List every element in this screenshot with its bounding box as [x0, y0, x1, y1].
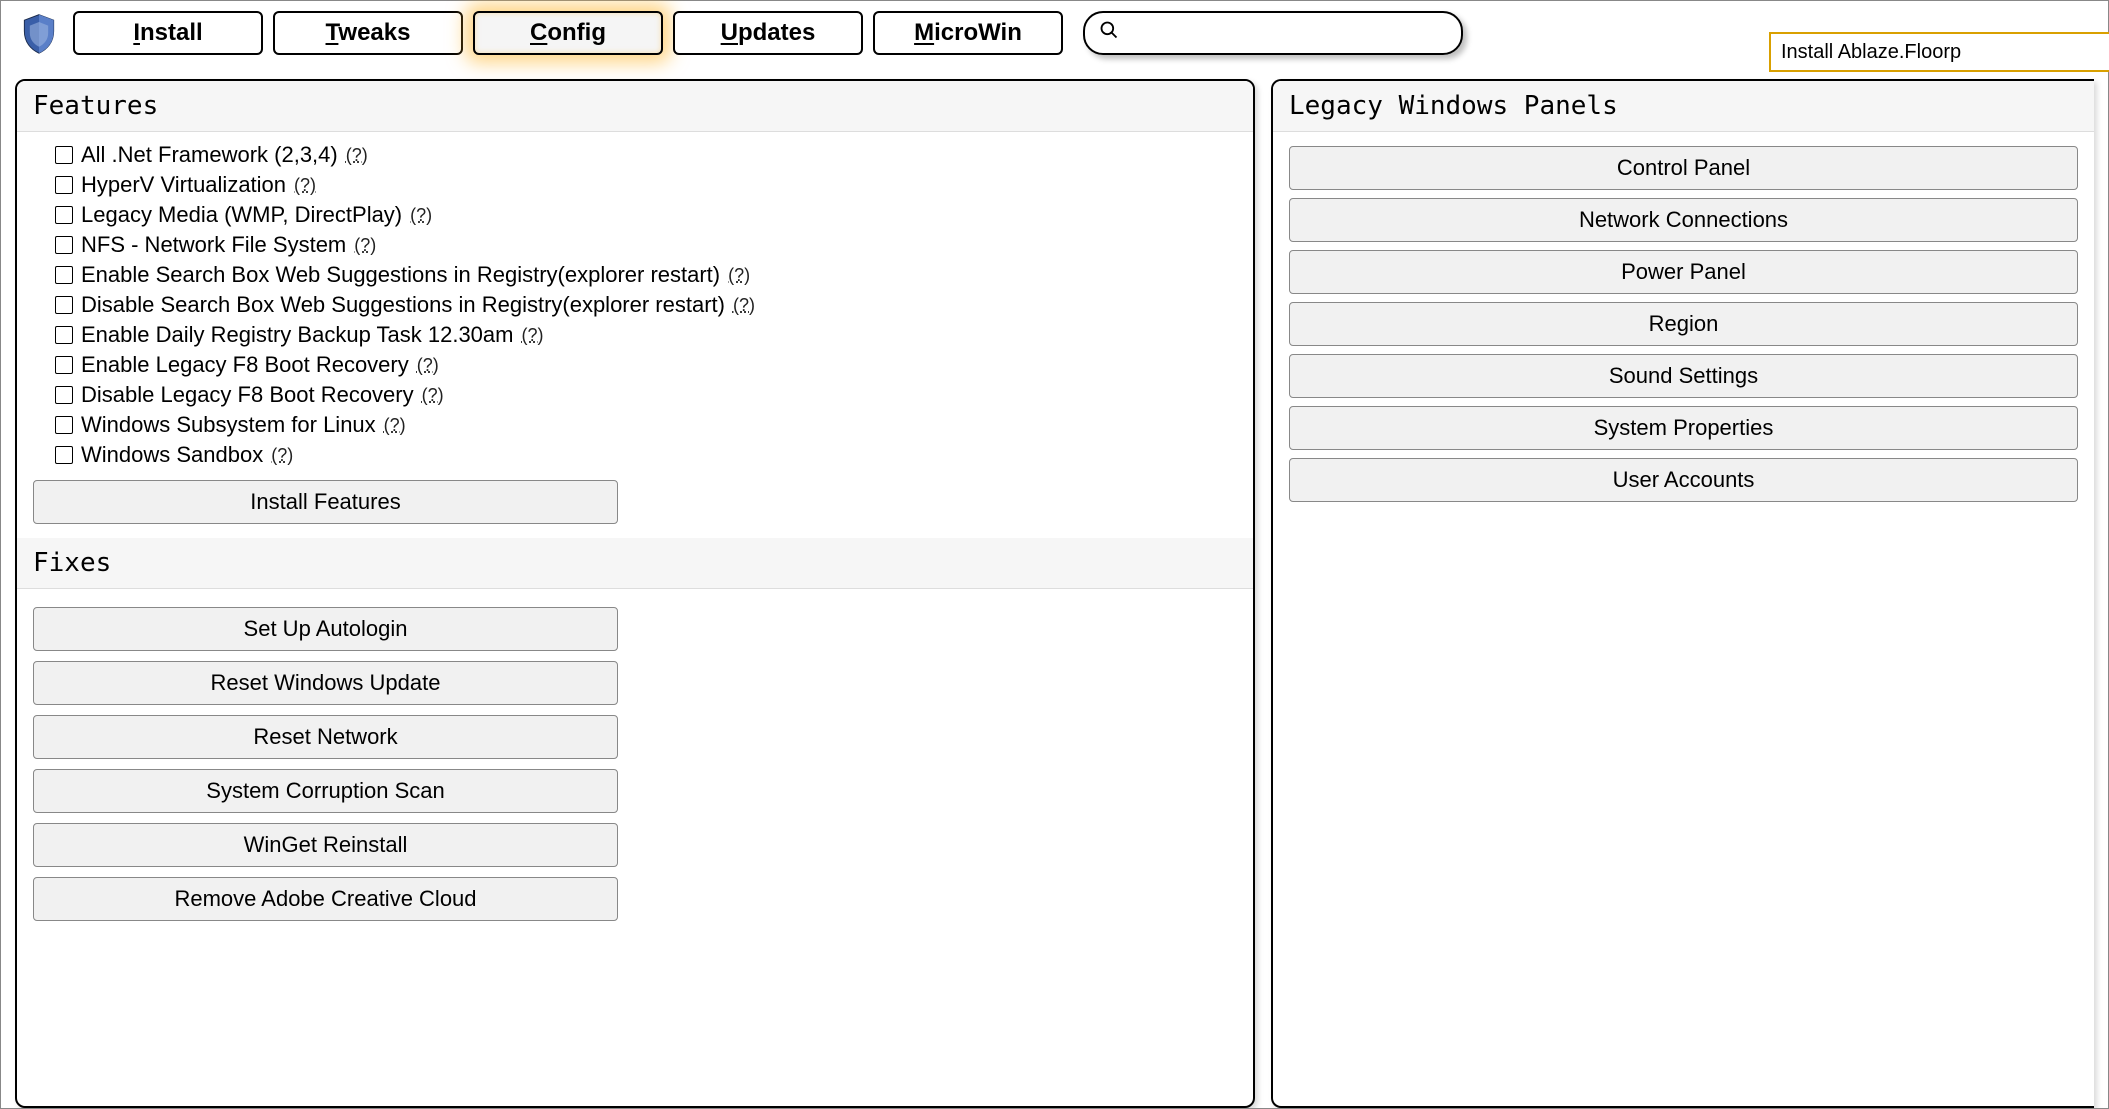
feature-checkbox[interactable]	[55, 296, 73, 314]
feature-label: Enable Search Box Web Suggestions in Reg…	[81, 262, 720, 288]
feature-row: Windows Subsystem for Linux (?)	[33, 410, 1237, 440]
help-icon[interactable]: (?)	[354, 235, 376, 256]
feature-checkbox[interactable]	[55, 176, 73, 194]
legacy-power-panel-button[interactable]: Power Panel	[1289, 250, 2078, 294]
help-icon[interactable]: (?)	[417, 355, 439, 376]
legacy-control-panel-button[interactable]: Control Panel	[1289, 146, 2078, 190]
feature-checkbox[interactable]	[55, 146, 73, 164]
feature-label: Enable Legacy F8 Boot Recovery	[81, 352, 409, 378]
fix-reset-wu-button[interactable]: Reset Windows Update	[33, 661, 618, 705]
feature-checkbox[interactable]	[55, 416, 73, 434]
feature-row: Windows Sandbox (?)	[33, 440, 1237, 470]
left-panel: Features All .Net Framework (2,3,4) (?) …	[15, 79, 1255, 1108]
fix-remove-adobe-cc-button[interactable]: Remove Adobe Creative Cloud	[33, 877, 618, 921]
feature-checkbox[interactable]	[55, 386, 73, 404]
feature-label: Legacy Media (WMP, DirectPlay)	[81, 202, 402, 228]
app-window: Install Tweaks Config Updates MicroWin F…	[0, 0, 2109, 1109]
feature-checkbox[interactable]	[55, 356, 73, 374]
legacy-body: Control Panel Network Connections Power …	[1273, 132, 2094, 516]
install-features-button[interactable]: Install Features	[33, 480, 618, 524]
legacy-system-properties-button[interactable]: System Properties	[1289, 406, 2078, 450]
feature-row: NFS - Network File System (?)	[33, 230, 1237, 260]
fixes-body: Set Up Autologin Reset Windows Update Re…	[17, 589, 1253, 945]
help-icon[interactable]: (?)	[521, 325, 543, 346]
feature-row: Disable Search Box Web Suggestions in Re…	[33, 290, 1237, 320]
fix-autologin-button[interactable]: Set Up Autologin	[33, 607, 618, 651]
feature-row: Enable Daily Registry Backup Task 12.30a…	[33, 320, 1237, 350]
tab-install[interactable]: Install	[73, 11, 263, 55]
feature-row: Enable Search Box Web Suggestions in Reg…	[33, 260, 1237, 290]
help-icon[interactable]: (?)	[422, 385, 444, 406]
tab-tweaks[interactable]: Tweaks	[273, 11, 463, 55]
feature-row: Legacy Media (WMP, DirectPlay) (?)	[33, 200, 1237, 230]
help-icon[interactable]: (?)	[384, 415, 406, 436]
help-icon[interactable]: (?)	[410, 205, 432, 226]
feature-row: All .Net Framework (2,3,4) (?)	[33, 140, 1237, 170]
legacy-header: Legacy Windows Panels	[1273, 81, 2094, 132]
fixes-header: Fixes	[17, 538, 1253, 589]
fix-winget-reinstall-button[interactable]: WinGet Reinstall	[33, 823, 618, 867]
tab-config[interactable]: Config	[473, 11, 663, 55]
feature-label: HyperV Virtualization	[81, 172, 286, 198]
feature-label: Disable Search Box Web Suggestions in Re…	[81, 292, 725, 318]
tab-microwin[interactable]: MicroWin	[873, 11, 1063, 55]
help-icon[interactable]: (?)	[733, 295, 755, 316]
feature-label: All .Net Framework (2,3,4)	[81, 142, 338, 168]
feature-checkbox[interactable]	[55, 206, 73, 224]
feature-checkbox[interactable]	[55, 446, 73, 464]
feature-label: NFS - Network File System	[81, 232, 346, 258]
feature-label: Enable Daily Registry Backup Task 12.30a…	[81, 322, 513, 348]
help-icon[interactable]: (?)	[271, 445, 293, 466]
feature-checkbox[interactable]	[55, 266, 73, 284]
help-icon[interactable]: (?)	[346, 145, 368, 166]
feature-checkbox[interactable]	[55, 326, 73, 344]
help-icon[interactable]: (?)	[728, 265, 750, 286]
app-logo-icon	[15, 9, 63, 57]
tab-updates[interactable]: Updates	[673, 11, 863, 55]
feature-row: Disable Legacy F8 Boot Recovery (?)	[33, 380, 1237, 410]
legacy-network-connections-button[interactable]: Network Connections	[1289, 198, 2078, 242]
tab-bar: Install Tweaks Config Updates MicroWin	[73, 11, 1063, 55]
feature-label: Disable Legacy F8 Boot Recovery	[81, 382, 414, 408]
legacy-sound-settings-button[interactable]: Sound Settings	[1289, 354, 2078, 398]
legacy-user-accounts-button[interactable]: User Accounts	[1289, 458, 2078, 502]
feature-checkbox[interactable]	[55, 236, 73, 254]
search-box[interactable]	[1083, 11, 1463, 55]
help-icon[interactable]: (?)	[294, 175, 316, 196]
feature-label: Windows Sandbox	[81, 442, 263, 468]
features-header: Features	[17, 81, 1253, 132]
search-icon	[1099, 20, 1119, 46]
body: Features All .Net Framework (2,3,4) (?) …	[1, 65, 2108, 1108]
legacy-region-button[interactable]: Region	[1289, 302, 2078, 346]
feature-row: Enable Legacy F8 Boot Recovery (?)	[33, 350, 1237, 380]
search-input[interactable]	[1119, 22, 1447, 45]
fix-reset-network-button[interactable]: Reset Network	[33, 715, 618, 759]
fix-corruption-scan-button[interactable]: System Corruption Scan	[33, 769, 618, 813]
features-body: All .Net Framework (2,3,4) (?) HyperV Vi…	[17, 132, 1253, 538]
right-panel: Legacy Windows Panels Control Panel Netw…	[1271, 79, 2094, 1108]
feature-label: Windows Subsystem for Linux	[81, 412, 376, 438]
feature-row: HyperV Virtualization (?)	[33, 170, 1237, 200]
